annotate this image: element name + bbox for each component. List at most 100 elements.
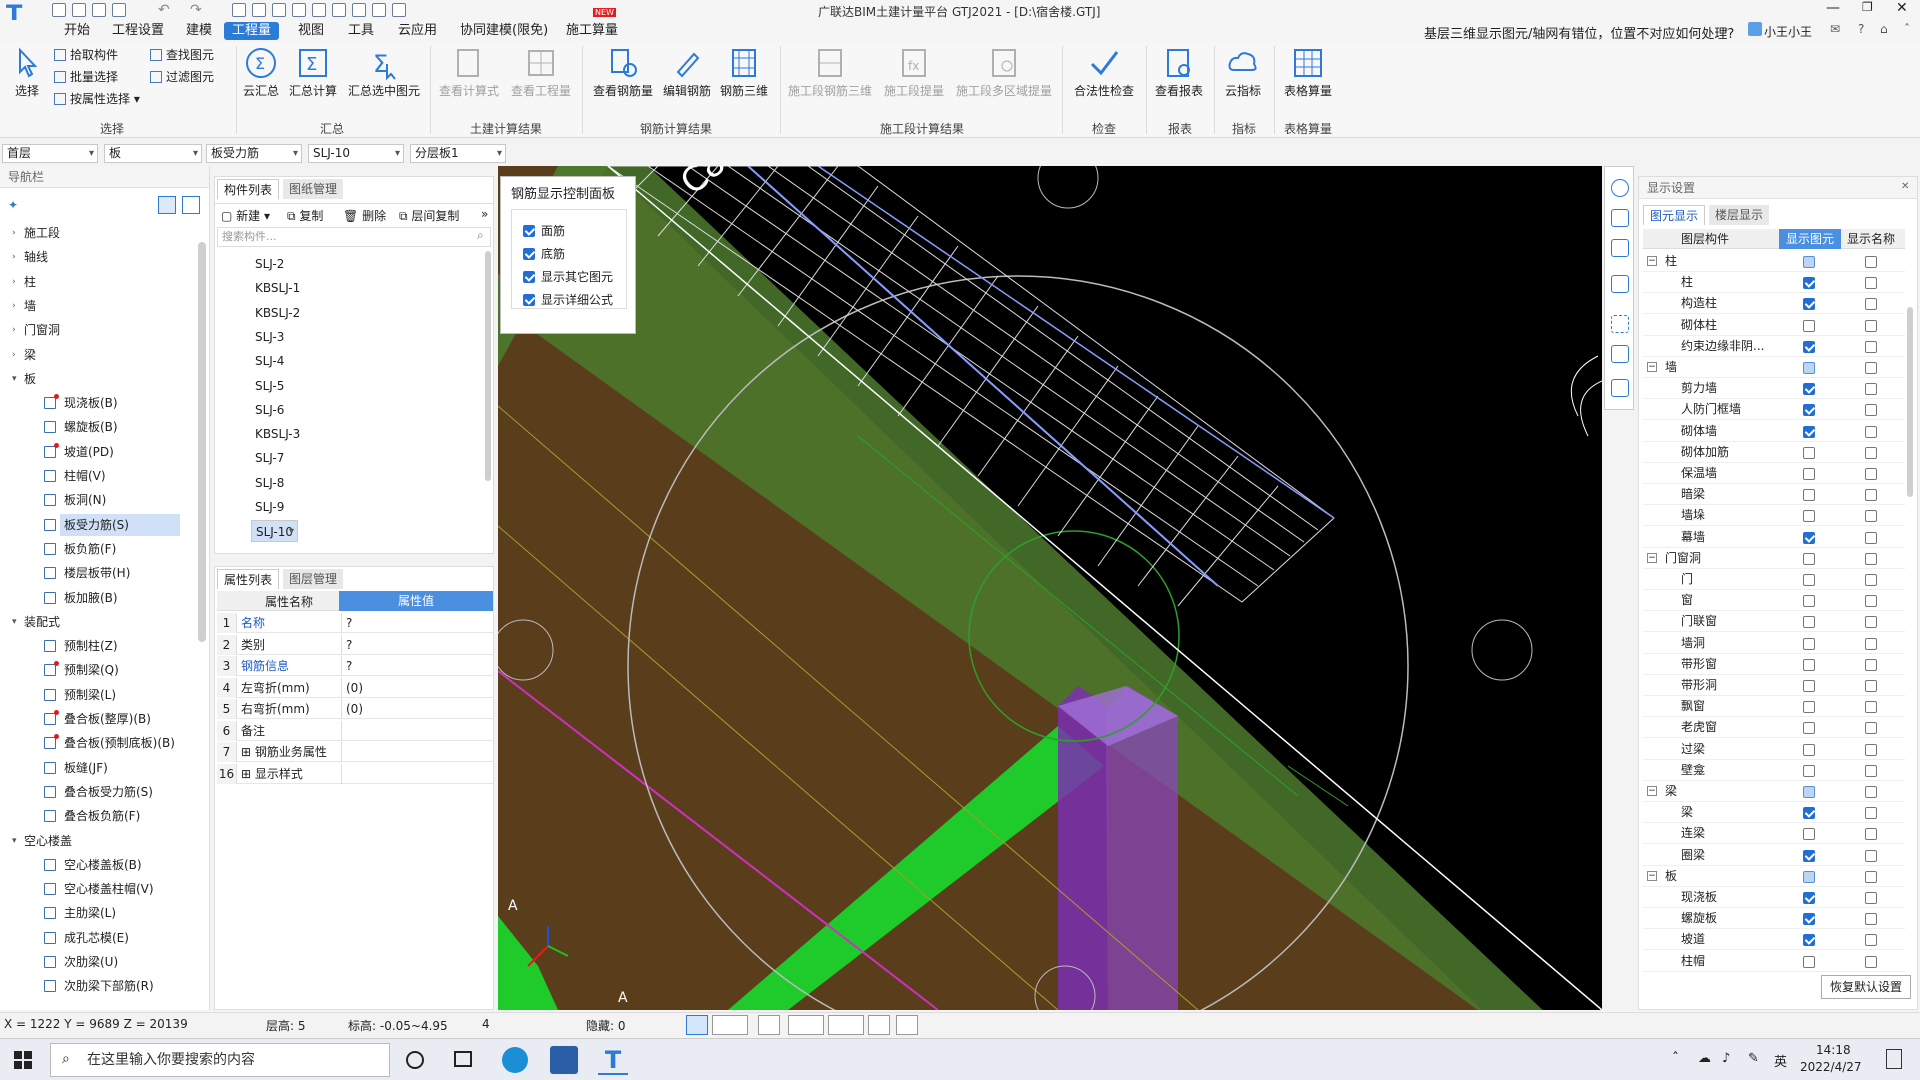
display-row[interactable]: 门联窗 [1643,611,1905,633]
chevron-right-icon[interactable]: › [12,319,16,341]
component-item[interactable]: SLJ-9 [255,496,284,518]
close-button[interactable]: ✕ [1896,0,1908,16]
show-name-checkbox[interactable] [1865,595,1877,608]
component-item[interactable]: SLJ-7 [255,447,284,469]
show-element-checkbox[interactable] [1803,510,1815,523]
nav-item[interactable]: 叠合板受力筋(S) [0,781,200,803]
property-value[interactable] [341,742,491,762]
annotation-icon[interactable] [1611,379,1629,397]
display-row[interactable]: 人防门框墙 [1643,399,1905,421]
show-element-checkbox[interactable] [1803,764,1815,777]
clock-date[interactable]: 2022/4/27 [1800,1060,1862,1074]
tab-floor-display[interactable]: 楼层显示 [1709,205,1770,225]
summary-calc-button[interactable]: Σ 汇总计算 [286,44,340,106]
property-value[interactable]: (0) [341,699,491,719]
orbit-icon[interactable] [1611,179,1629,197]
nav-item[interactable]: 主肋梁(L) [0,902,200,924]
property-row[interactable]: 5 右弯折(mm) (0) [217,699,493,719]
show-element-checkbox[interactable] [1803,595,1815,608]
display-row[interactable]: 圈梁 [1643,845,1905,866]
nav-item[interactable]: 叠合板(预制底板)(B) [0,732,200,754]
show-element-checkbox[interactable] [1803,531,1815,544]
edge-browser-icon[interactable] [502,1047,528,1073]
nav-group[interactable]: › 门窗洞 [0,319,200,341]
type-select[interactable]: 板受力筋 [206,144,302,163]
collapse-minus-icon[interactable]: − [1647,870,1657,881]
nav-item[interactable]: 板缝(JF) [0,757,200,779]
detail-view-icon[interactable] [182,196,200,214]
component-item[interactable]: SLJ-2 [255,253,284,275]
nav-item[interactable]: 空心楼盖板(B) [0,854,200,876]
select-button[interactable]: 选择 [0,44,54,106]
object-snap-button[interactable] [712,1015,748,1035]
display-row[interactable]: 柱 [1643,272,1905,294]
nav-group[interactable]: ▾ 板 [0,368,200,390]
copy-button[interactable]: ⧉ 复制 [287,207,323,224]
nav-group[interactable]: ▾ 装配式 [0,611,200,633]
display-group-row[interactable]: − 梁 [1643,781,1905,802]
fullscreen-icon[interactable] [1611,315,1629,333]
show-name-checkbox[interactable] [1865,425,1877,438]
show-name-checkbox[interactable] [1865,658,1877,671]
show-name-checkbox[interactable] [1865,277,1877,290]
show-name-checkbox[interactable] [1865,828,1877,841]
component-item[interactable]: SLJ-3 [255,326,284,348]
notification-icon[interactable] [1886,1049,1902,1069]
filter-element-button[interactable]: 过滤图元 [150,68,214,86]
show-element-checkbox[interactable] [1803,955,1815,968]
edit-rebar-button[interactable]: 编辑钢筋 [660,44,714,106]
property-value[interactable]: (0) [341,677,491,698]
component-item[interactable]: SLJ-10 [251,520,299,543]
help-icon[interactable]: ? [1858,22,1864,36]
display-row[interactable]: 过梁 [1643,739,1905,760]
quick-tool-3-icon[interactable] [272,3,286,17]
display-row[interactable]: 墙洞 [1643,633,1905,654]
display-row[interactable]: 梁 [1643,802,1905,824]
show-name-checkbox[interactable] [1865,616,1877,629]
select-by-attribute-button[interactable]: 按属性选择 ▾ [54,90,140,108]
show-name-checkbox[interactable] [1865,637,1877,650]
chevron-down-icon[interactable]: ▾ [12,611,17,633]
find-element-button[interactable]: 查找图元 [150,46,214,64]
user-name[interactable]: 小王小王 [1764,23,1812,40]
display-row[interactable]: 砌体柱 [1643,315,1905,336]
display-group-row[interactable]: − 柱 [1643,251,1905,272]
display-scrollbar[interactable] [1907,307,1913,497]
clock-time[interactable]: 14:18 [1816,1043,1851,1057]
cross-snap-button[interactable] [758,1015,780,1035]
property-value[interactable] [341,763,491,784]
component-select[interactable]: SLJ-10 [308,144,404,163]
display-row[interactable]: 剪力墙 [1643,378,1905,400]
display-group-row[interactable]: − 板 [1643,866,1905,887]
nav-group[interactable]: ▾ 空心楼盖 [0,830,200,852]
display-row[interactable]: 老虎窗 [1643,717,1905,739]
show-element-checkbox[interactable] [1803,807,1815,820]
message-icon[interactable]: ✉ [1830,22,1840,36]
nav-item[interactable]: 预制梁(L) [0,684,200,706]
nav-scrollbar[interactable] [198,242,206,642]
rebar-option-checkbox[interactable] [523,225,535,237]
property-row[interactable]: 4 左弯折(mm) (0) [217,677,493,698]
display-row[interactable]: 现浇板 [1643,887,1905,908]
nav-item[interactable]: 成孔芯模(E) [0,927,200,949]
show-name-checkbox[interactable] [1865,489,1877,502]
nav-item[interactable]: 次肋梁下部筋(R) [0,975,200,997]
display-row[interactable]: 带形洞 [1643,675,1905,696]
home-icon[interactable]: ⌂ [1880,22,1888,36]
rebar-option-checkbox[interactable] [523,294,535,306]
show-element-checkbox[interactable] [1803,383,1815,396]
task-switch-icon[interactable] [454,1051,472,1067]
show-element-checkbox[interactable] [1803,340,1815,353]
stage-extract-button[interactable]: fx 施工段提量 [876,44,952,106]
nav-group[interactable]: › 梁 [0,344,200,366]
show-name-checkbox[interactable] [1865,701,1877,714]
menu-cloud[interactable]: 云应用 [390,22,445,40]
category-select[interactable]: 板 [104,144,202,163]
display-group-row[interactable]: − 门窗洞 [1643,548,1905,569]
chevron-right-icon[interactable]: › [12,246,16,268]
menu-collab[interactable]: 协同建模(限免) [452,22,556,40]
show-element-checkbox[interactable] [1803,404,1815,417]
show-element-checkbox[interactable] [1803,277,1815,290]
nav-item[interactable]: 板受力筋(S) [0,513,200,536]
chevron-right-icon[interactable]: › [12,222,16,244]
